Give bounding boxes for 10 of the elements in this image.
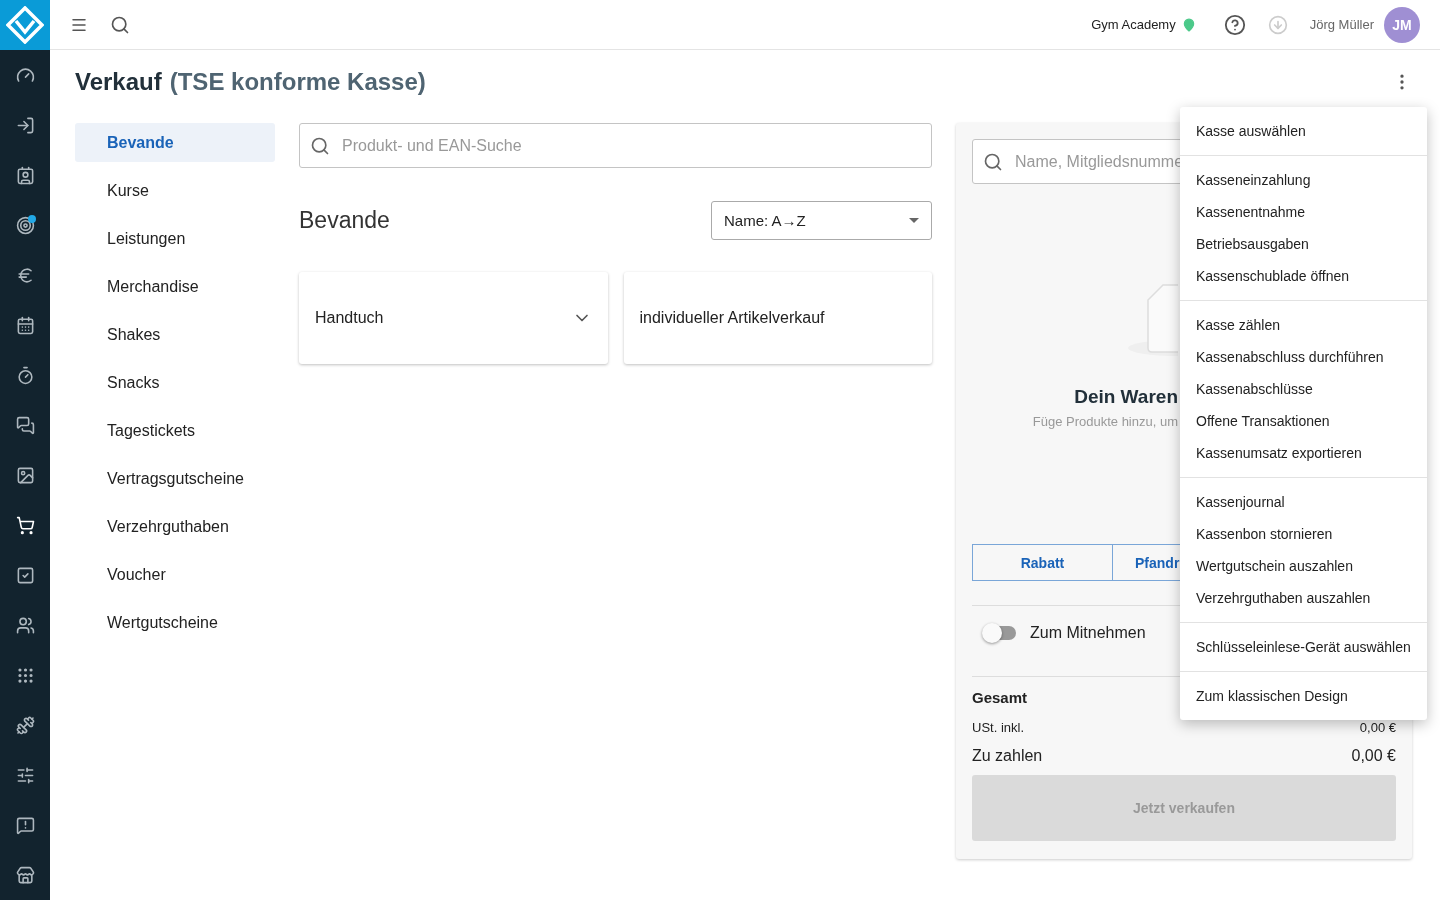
amount-due-value: 0,00 € [1351,747,1396,765]
empty-cart-text: Füge Produkte hinzu, um [1032,414,1178,429]
total-label: Gesamt [972,689,1028,706]
vat-label: USt. inkl. [972,720,1024,735]
page-title: Verkauf (TSE konforme Kasse) [75,68,426,96]
takeaway-label: Zum Mitnehmen [1030,624,1146,642]
section-title: Bevande [299,207,390,234]
vat-value: 0,00 € [1359,720,1396,735]
empty-cart-title: Dein Waren [1074,386,1178,408]
amount-due-label: Zu zahlen [972,747,1043,765]
